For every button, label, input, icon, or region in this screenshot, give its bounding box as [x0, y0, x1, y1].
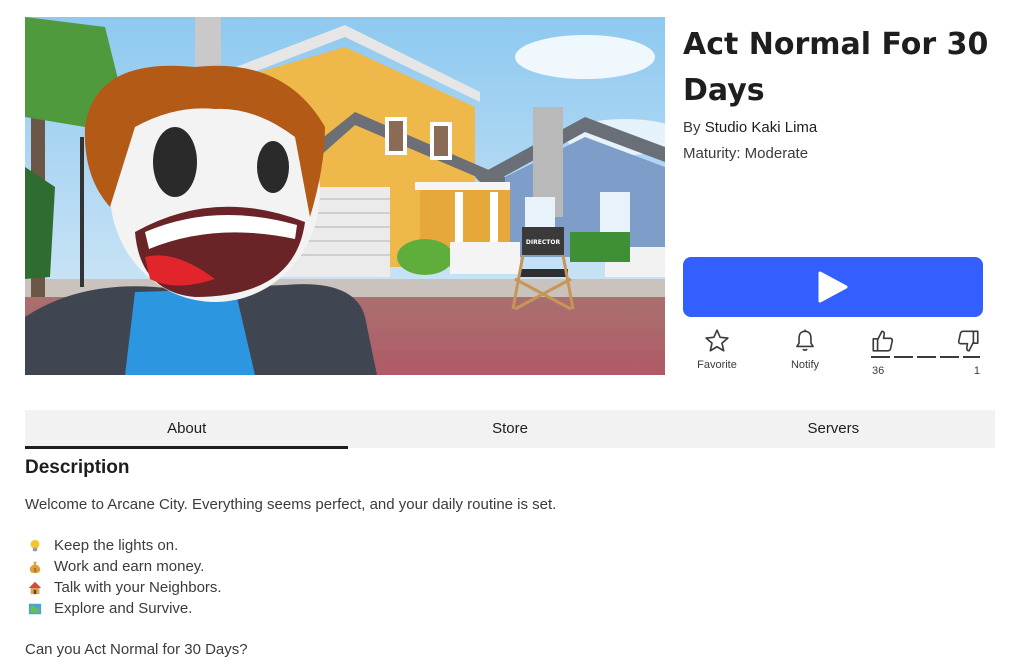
list-item-text: Explore and Survive. — [54, 600, 193, 617]
thumbs-up-icon[interactable] — [870, 328, 896, 354]
list-item: $ Work and earn money. — [25, 556, 925, 577]
tab-about[interactable]: About — [25, 410, 349, 449]
thumbnail-illustration: DIRECTOR — [25, 17, 665, 375]
vote-ratio-bar — [871, 356, 980, 358]
house-icon — [28, 581, 42, 594]
creator-line: By Studio Kaki Lima — [683, 119, 817, 136]
list-item-text: Work and earn money. — [54, 558, 205, 575]
director-chair-label: DIRECTOR — [526, 239, 561, 246]
description-body: Welcome to Arcane City. Everything seems… — [25, 494, 925, 660]
favorite-button[interactable]: Favorite — [682, 328, 752, 371]
game-title: Act Normal For 30 Days — [683, 27, 989, 108]
bell-icon — [796, 329, 814, 352]
upvote-count: 36 — [872, 365, 885, 377]
star-icon — [705, 329, 729, 352]
favorite-label: Favorite — [697, 359, 737, 371]
downvote-count: 1 — [973, 365, 980, 377]
money-bag-icon: $ — [29, 561, 41, 573]
map-icon — [28, 603, 42, 614]
tab-servers[interactable]: Servers — [672, 410, 995, 448]
notify-button[interactable]: Notify — [770, 328, 840, 371]
list-item-text: Talk with your Neighbors. — [54, 579, 222, 596]
vote-panel: 36 1 — [868, 328, 983, 378]
description-closing: Can you Act Normal for 30 Days? — [25, 641, 248, 658]
maturity-label: Maturity: Moderate — [683, 145, 809, 162]
list-item: Keep the lights on. — [25, 535, 925, 556]
thumbs-down-icon[interactable] — [955, 328, 981, 354]
notify-label: Notify — [790, 359, 820, 371]
creator-prefix: By — [683, 119, 701, 136]
description-heading: Description — [25, 457, 130, 478]
play-icon — [818, 271, 848, 303]
creator-link[interactable]: Studio Kaki Lima — [705, 119, 818, 136]
lightbulb-icon — [30, 539, 40, 551]
list-item-text: Keep the lights on. — [54, 537, 179, 554]
list-item: Explore and Survive. — [25, 598, 925, 619]
game-thumbnail: DIRECTOR — [25, 17, 665, 375]
tab-store[interactable]: Store — [348, 410, 671, 448]
tab-bar: About Store Servers — [25, 410, 995, 449]
description-intro: Welcome to Arcane City. Everything seems… — [25, 496, 557, 513]
list-item: Talk with your Neighbors. — [25, 577, 925, 598]
play-button[interactable] — [683, 257, 983, 317]
svg-text:$: $ — [33, 567, 36, 573]
